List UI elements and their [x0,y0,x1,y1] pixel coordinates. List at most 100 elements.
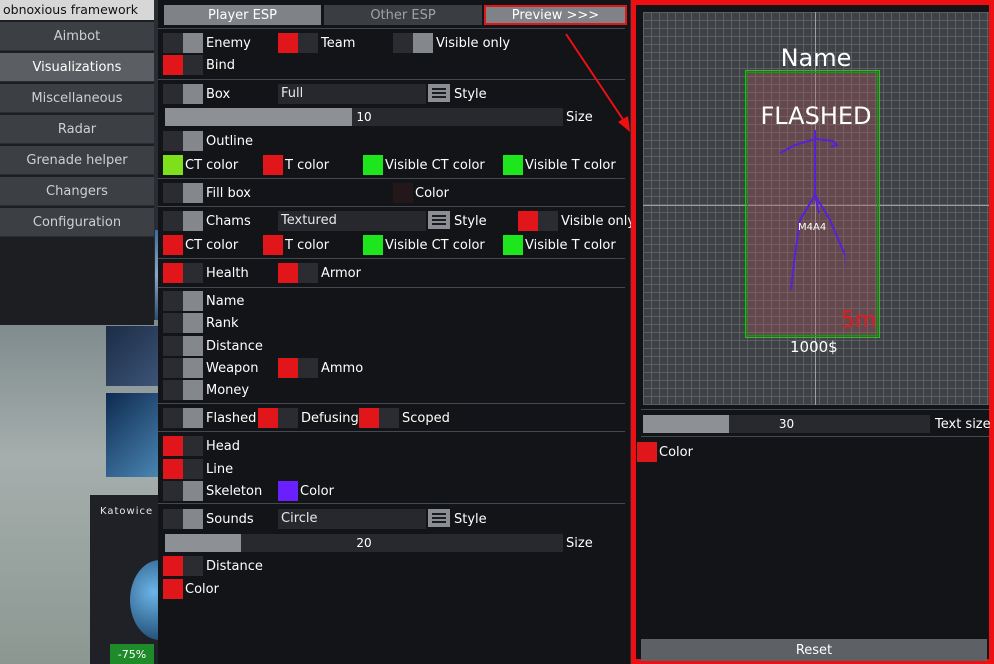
name-toggle[interactable] [163,291,203,311]
box-toggle[interactable] [163,84,203,104]
chams-ct-color-label: CT color [185,238,239,253]
chams-toggle[interactable] [163,211,203,231]
sounds-toggle[interactable] [163,509,203,529]
sidebar-item-visualizations[interactable]: Visualizations [0,53,154,82]
chams-style-dropdown[interactable]: Textured [278,211,426,231]
sounds-color-label: Color [185,582,219,597]
preview-distance: 5m [841,308,877,333]
menu-icon[interactable] [428,509,450,527]
sidebar-item-miscellaneous[interactable]: Miscellaneous [0,84,154,113]
scoped-label: Scoped [402,411,450,426]
sidebar-item-configuration[interactable]: Configuration [0,208,154,237]
chams-visible-only-toggle[interactable] [518,211,558,231]
fill-box-label: Fill box [206,186,251,201]
rank-toggle[interactable] [163,313,203,333]
weapon-toggle[interactable] [163,358,203,378]
team-toggle[interactable] [278,33,318,53]
bind-toggle[interactable] [163,55,203,75]
katowice-label: Katowice 2 [100,506,165,517]
text-size-label: Text size [935,417,991,432]
chams-visible-only-label: Visible only [561,214,636,229]
fill-box-color-swatch[interactable] [393,183,413,203]
visible-ct-color-swatch[interactable] [363,155,383,175]
sidebar-item-grenade-helper[interactable]: Grenade helper [0,146,154,175]
divider [158,431,625,432]
health-toggle[interactable] [163,263,203,283]
weapon-label: Weapon [206,361,259,376]
flashed-toggle[interactable] [163,408,203,428]
ct-color-swatch[interactable] [163,155,183,175]
skeleton-color-swatch[interactable] [278,481,298,501]
box-label: Box [206,87,231,102]
skeleton-label: Skeleton [206,484,263,499]
preview-color-label: Color [659,445,693,460]
sounds-size-slider[interactable]: 20 [165,534,563,552]
name-label: Name [206,294,245,309]
chams-t-color-swatch[interactable] [263,235,283,255]
fill-box-toggle[interactable] [163,183,203,203]
distance-toggle[interactable] [163,336,203,356]
sidebar-item-changers[interactable]: Changers [0,177,154,206]
chams-visible-t-color-label: Visible T color [525,238,616,253]
line-toggle[interactable] [163,459,203,479]
tab-other-esp[interactable]: Other ESP [324,5,482,25]
chams-visible-t-color-swatch[interactable] [503,235,523,255]
divider [158,258,625,259]
ammo-label: Ammo [321,361,364,376]
outline-toggle[interactable] [163,131,203,151]
text-size-slider[interactable]: 30 [643,415,930,433]
visible-only-label: Visible only [436,36,511,51]
visible-t-color-swatch[interactable] [503,155,523,175]
divider [158,503,625,504]
armor-label: Armor [321,266,361,281]
bind-label: Bind [206,58,236,73]
armor-toggle[interactable] [278,263,318,283]
discount-badge: -75% [110,644,154,664]
enemy-toggle[interactable] [163,33,203,53]
menu-icon[interactable] [428,84,450,102]
tab-preview[interactable]: Preview >>> [484,5,627,25]
sounds-style-dropdown[interactable]: Circle [278,509,426,529]
chams-visible-ct-color-label: Visible CT color [385,238,485,253]
t-color-label: T color [285,158,330,173]
head-toggle[interactable] [163,436,203,456]
chams-visible-ct-color-swatch[interactable] [363,235,383,255]
sounds-color-swatch[interactable] [163,579,183,599]
divider [641,436,989,437]
sidebar-item-aimbot[interactable]: Aimbot [0,22,154,51]
box-style-dropdown[interactable]: Full [278,84,426,104]
tab-player-esp[interactable]: Player ESP [164,5,321,25]
scoped-toggle[interactable] [359,408,399,428]
head-label: Head [206,439,240,454]
menu-icon[interactable] [428,211,450,229]
team-label: Team [321,36,356,51]
divider [158,79,625,80]
outline-label: Outline [206,134,254,149]
chams-ct-color-swatch[interactable] [163,235,183,255]
t-color-swatch[interactable] [263,155,283,175]
money-toggle[interactable] [163,380,203,400]
defusing-label: Defusing [301,411,359,426]
preview-color-swatch[interactable] [637,442,657,462]
box-size-slider[interactable]: 10 [165,108,563,126]
sounds-distance-toggle[interactable] [163,556,203,576]
sounds-size-value: 20 [356,536,372,550]
skeleton-toggle[interactable] [163,481,203,501]
background-tile [106,393,160,477]
preview-weapon: M4A4 [798,222,827,233]
reset-button[interactable]: Reset [641,639,987,661]
divider [158,287,625,288]
enemy-label: Enemy [206,36,251,51]
preview-money: 1000$ [790,338,838,356]
visible-ct-color-label: Visible CT color [385,158,485,173]
skeleton-figure [779,130,845,291]
defusing-toggle[interactable] [258,408,298,428]
money-label: Money [206,383,250,398]
visible-only-toggle[interactable] [393,33,433,53]
app-title: obnoxious framework [0,0,154,20]
divider [158,403,625,404]
ammo-toggle[interactable] [278,358,318,378]
flashed-label: Flashed [206,411,257,426]
sidebar-item-radar[interactable]: Radar [0,115,154,144]
visible-t-color-label: Visible T color [525,158,616,173]
